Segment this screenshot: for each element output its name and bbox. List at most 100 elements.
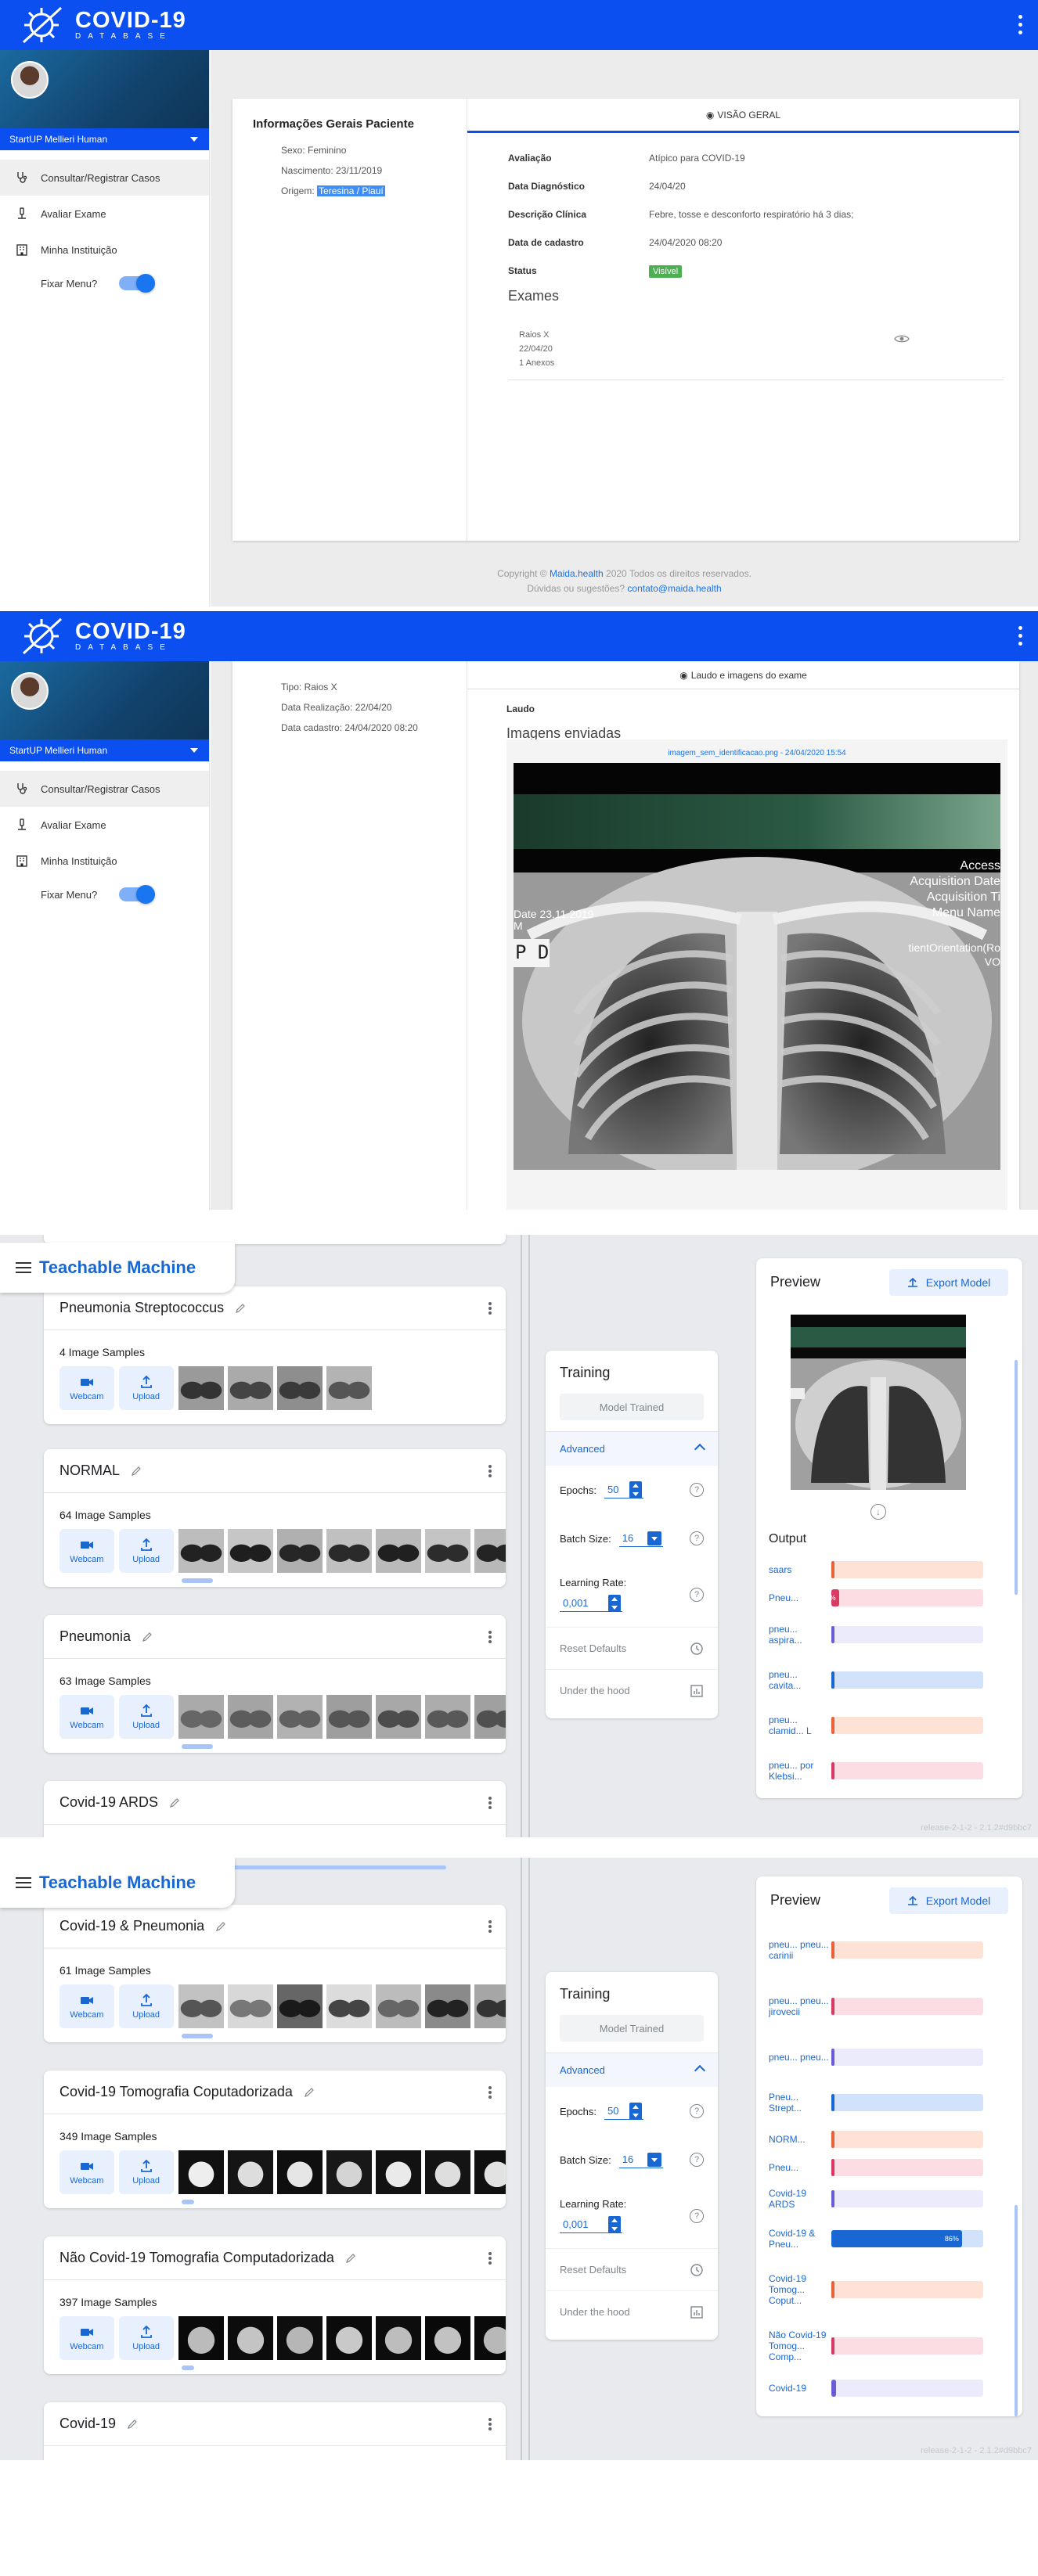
preview-scrollbar[interactable] xyxy=(1015,2205,1018,2416)
edit-pencil-icon[interactable] xyxy=(142,1632,153,1642)
help-icon[interactable]: ? xyxy=(690,2153,704,2167)
class-name[interactable]: Covid-19 Tomografia Coputadorizada xyxy=(59,2084,293,2100)
class-name[interactable]: Covid-19 ARDS xyxy=(59,1794,158,1811)
train-model-button[interactable]: Model Trained xyxy=(560,1394,704,1420)
sample-thumbnail[interactable] xyxy=(227,1529,273,1573)
epochs-stepper-icon[interactable] xyxy=(629,2103,642,2120)
sample-thumbnail[interactable] xyxy=(326,1366,372,1410)
sidebar-item-institution[interactable]: Minha Instituição xyxy=(0,232,209,268)
advanced-toggle[interactable]: Advanced xyxy=(546,1431,718,1466)
sample-thumbnail[interactable] xyxy=(375,1695,421,1739)
sample-thumbnail[interactable] xyxy=(276,2150,323,2194)
sample-thumbnail[interactable] xyxy=(375,1529,421,1573)
sample-thumbnail[interactable] xyxy=(474,2316,506,2360)
class-name[interactable]: Covid-19 xyxy=(59,2416,116,2432)
thumbnail-scrollbar[interactable] xyxy=(182,2034,213,2038)
sidebar-item-cases[interactable]: Consultar/Registrar Casos xyxy=(0,160,209,196)
thumbnail-scrollbar[interactable] xyxy=(182,2366,194,2370)
under-the-hood-button[interactable]: Under the hood xyxy=(546,2290,718,2333)
export-model-button[interactable]: Export Model xyxy=(889,1269,1008,1296)
sample-thumbnail[interactable] xyxy=(474,1984,506,2028)
batch-select[interactable]: 16 xyxy=(618,1530,663,1547)
sample-thumbnail[interactable] xyxy=(424,2150,470,2194)
epochs-stepper-icon[interactable] xyxy=(629,1481,642,1498)
epochs-input[interactable]: 50 xyxy=(604,1481,643,1498)
more-menu-icon[interactable] xyxy=(1015,13,1025,36)
sample-thumbnail[interactable] xyxy=(178,1984,224,2028)
advanced-toggle[interactable]: Advanced xyxy=(546,2053,718,2087)
hamburger-menu-icon[interactable] xyxy=(16,1877,31,1888)
sample-thumbnail[interactable] xyxy=(276,2316,323,2360)
edit-pencil-icon[interactable] xyxy=(235,1303,246,1314)
sample-thumbnail[interactable] xyxy=(326,2316,372,2360)
class-options-icon[interactable] xyxy=(488,2252,492,2265)
sample-thumbnail[interactable] xyxy=(474,1529,506,1573)
sample-thumbnail[interactable] xyxy=(276,1529,323,1573)
edit-pencil-icon[interactable] xyxy=(127,2419,138,2430)
sample-thumbnail[interactable] xyxy=(276,1366,323,1410)
upload-button[interactable]: Upload xyxy=(118,2150,174,2194)
sample-thumbnail[interactable] xyxy=(227,1695,273,1739)
lr-input[interactable]: 0,001 xyxy=(560,1595,622,1612)
help-icon[interactable]: ? xyxy=(690,1588,704,1602)
sample-thumbnail[interactable] xyxy=(227,2316,273,2360)
edit-pencil-icon[interactable] xyxy=(131,1466,142,1477)
sidebar-item-institution[interactable]: Minha Instituição xyxy=(0,843,209,879)
exam-item[interactable]: Raios X 22/04/20 1 Anexos xyxy=(508,328,1004,380)
image-caption[interactable]: imagem_sem_identificacao.png - 24/04/202… xyxy=(514,749,1000,763)
sample-thumbnail[interactable] xyxy=(474,1695,506,1739)
sample-thumbnail[interactable] xyxy=(375,1984,421,2028)
lr-stepper-icon[interactable] xyxy=(608,2216,621,2233)
sample-thumbnail[interactable] xyxy=(227,1366,273,1410)
footer-link[interactable]: Maida.health xyxy=(550,568,604,579)
epochs-input[interactable]: 50 xyxy=(604,2103,643,2120)
app-logo[interactable]: COVID-19 DATABASE xyxy=(20,616,186,657)
view-exam-eye-icon[interactable] xyxy=(894,334,910,344)
edit-pencil-icon[interactable] xyxy=(345,2253,356,2264)
pin-menu-toggle[interactable] xyxy=(119,274,156,293)
help-icon[interactable]: ? xyxy=(690,2209,704,2223)
class-name[interactable]: Não Covid-19 Tomografia Computadorizada xyxy=(59,2250,334,2266)
class-name[interactable]: Pneumonia Streptococcus xyxy=(59,1300,224,1316)
sample-thumbnail[interactable] xyxy=(424,2316,470,2360)
sample-thumbnail[interactable] xyxy=(276,1984,323,2028)
sample-thumbnail[interactable] xyxy=(326,1695,372,1739)
webcam-button[interactable]: Webcam xyxy=(59,1366,114,1410)
user-menu[interactable]: StartUP Mellieri Human xyxy=(0,739,209,761)
webcam-button[interactable]: Webcam xyxy=(59,1984,114,2028)
webcam-button[interactable]: Webcam xyxy=(59,1529,114,1573)
preview-scrollbar[interactable] xyxy=(1015,1360,1018,1595)
lr-stepper-icon[interactable] xyxy=(608,1595,621,1612)
class-name[interactable]: NORMAL xyxy=(59,1462,120,1479)
thumbnail-scrollbar[interactable] xyxy=(182,1578,213,1583)
sample-thumbnail[interactable] xyxy=(227,2150,273,2194)
tab-report-images[interactable]: ◉ Laudo e imagens do exame xyxy=(467,661,1019,689)
thumbnail-scrollbar[interactable] xyxy=(182,1744,213,1749)
reset-defaults-button[interactable]: Reset Defaults xyxy=(546,1627,718,1669)
upload-button[interactable]: Upload xyxy=(118,2316,174,2360)
sample-thumbnail[interactable] xyxy=(178,2150,224,2194)
upload-button[interactable]: Upload xyxy=(118,1366,174,1410)
under-the-hood-button[interactable]: Under the hood xyxy=(546,1669,718,1711)
sample-thumbnail[interactable] xyxy=(326,1984,372,2028)
sample-thumbnail[interactable] xyxy=(227,1984,273,2028)
webcam-button[interactable]: Webcam xyxy=(59,2316,114,2360)
edit-pencil-icon[interactable] xyxy=(304,2087,315,2098)
sample-thumbnail[interactable] xyxy=(424,1984,470,2028)
sample-thumbnail[interactable] xyxy=(276,1695,323,1739)
sample-thumbnail[interactable] xyxy=(178,2316,224,2360)
class-options-icon[interactable] xyxy=(488,2418,492,2430)
class-options-icon[interactable] xyxy=(488,2086,492,2099)
webcam-button[interactable]: Webcam xyxy=(59,1695,114,1739)
edit-pencil-icon[interactable] xyxy=(215,1921,226,1932)
avatar[interactable] xyxy=(11,61,49,99)
sample-thumbnail[interactable] xyxy=(424,1529,470,1573)
app-logo[interactable]: COVID-19 DATABASE xyxy=(20,5,186,45)
user-menu[interactable]: StartUP Mellieri Human xyxy=(0,128,209,150)
class-options-icon[interactable] xyxy=(488,1631,492,1643)
help-icon[interactable]: ? xyxy=(690,1531,704,1545)
class-options-icon[interactable] xyxy=(488,1797,492,1809)
class-name[interactable]: Covid-19 & Pneumonia xyxy=(59,1918,204,1934)
export-model-button[interactable]: Export Model xyxy=(889,1887,1008,1914)
upload-button[interactable]: Upload xyxy=(118,1984,174,2028)
